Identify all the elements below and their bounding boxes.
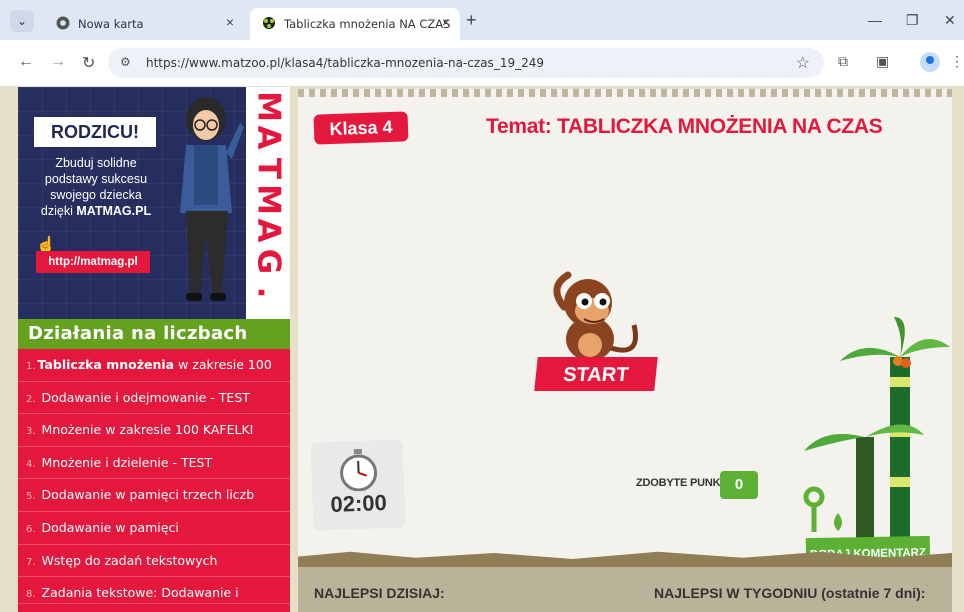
- tab-matzoo[interactable]: Tabliczka mnożenia NA CZAS ×: [250, 8, 460, 40]
- list-item[interactable]: 8. Zadania tekstowe: Dodawanie i: [18, 577, 290, 605]
- list-item[interactable]: 6. Dodawanie w pamięci: [18, 512, 290, 545]
- side-panel-icon[interactable]: ▣: [876, 53, 889, 70]
- menu-icon[interactable]: ⋮: [950, 53, 964, 70]
- points-value: 0: [720, 471, 758, 499]
- timer-panel: 02:00: [310, 439, 406, 531]
- forward-icon[interactable]: →: [50, 53, 66, 71]
- tab-search-button[interactable]: ⌄: [10, 10, 34, 32]
- back-icon[interactable]: ←: [18, 53, 34, 71]
- list-item[interactable]: 4. Mnożenie i dzielenie - TEST: [18, 447, 290, 480]
- close-tab-icon[interactable]: ×: [442, 14, 450, 30]
- list-item[interactable]: 1. Tabliczka mnożenia w zakresie 100: [18, 349, 290, 382]
- bookmark-star-icon[interactable]: ☆: [796, 53, 810, 73]
- palm-trees-illustration: [803, 317, 950, 557]
- leaderboard-area: NAJLEPSI DZISIAJ: NAJLEPSI W TYGODNIU (o…: [298, 567, 952, 612]
- tab-title: Nowa karta: [78, 17, 144, 31]
- section-heading: Działania na liczbach: [18, 319, 290, 349]
- banner-link[interactable]: http://matmag.pl: [36, 251, 150, 273]
- tab-new-tab[interactable]: Nowa karta ×: [44, 8, 244, 40]
- close-tab-icon[interactable]: ×: [226, 14, 234, 30]
- teacher-illustration: [180, 97, 244, 301]
- grade-badge: Klasa 4: [313, 111, 409, 145]
- new-tab-button[interactable]: +: [466, 11, 477, 29]
- address-toolbar: ← → ↻ ⚙ https://www.matzoo.pl/klasa4/tab…: [0, 40, 964, 87]
- banner-text: Zbuduj solidne podstawy sukcesu swojego …: [40, 156, 152, 218]
- chrome-icon: [56, 16, 70, 30]
- tab-title: Tabliczka mnożenia NA CZAS: [284, 17, 451, 31]
- profile-avatar[interactable]: [920, 52, 940, 72]
- extensions-icon[interactable]: ⧉: [838, 53, 848, 70]
- leaderboard-week-heading: NAJLEPSI W TYGODNIU (ostatnie 7 dni):: [654, 585, 926, 601]
- reload-icon[interactable]: ↻: [82, 53, 95, 73]
- matmag-banner[interactable]: RODZICU! Zbuduj solidne podstawy sukcesu…: [18, 87, 290, 319]
- restore-icon[interactable]: ❐: [906, 12, 919, 29]
- matzoo-favicon-icon: [263, 17, 275, 29]
- site-info-icon[interactable]: ⚙: [120, 55, 131, 69]
- start-button[interactable]: START: [534, 357, 658, 391]
- list-item[interactable]: 5. Dodawanie w pamięci trzech liczb: [18, 479, 290, 512]
- list-item[interactable]: 3. Mnożenie w zakresie 100 KAFELKI: [18, 414, 290, 447]
- matmag-logo: M A T M A G .: [250, 91, 287, 299]
- game-board: Klasa 4 Temat: TABLICZKA MNOŻENIA NA CZA…: [298, 89, 952, 567]
- banner-heading: RODZICU!: [34, 117, 156, 147]
- minimize-icon[interactable]: —: [868, 12, 882, 28]
- address-bar[interactable]: ⚙ https://www.matzoo.pl/klasa4/tabliczka…: [108, 48, 824, 78]
- close-window-icon[interactable]: ✕: [944, 12, 956, 29]
- page-title: Temat: TABLICZKA MNOŻENIA NA CZAS: [486, 115, 883, 138]
- list-item[interactable]: 7. Wstęp do zadań tekstowych: [18, 545, 290, 578]
- leaderboard-today-heading: NAJLEPSI DZISIAJ:: [314, 585, 445, 601]
- list-item[interactable]: 2. Dodawanie i odejmowanie - TEST: [18, 382, 290, 415]
- lesson-list: 1. Tabliczka mnożenia w zakresie 100 2. D…: [18, 349, 290, 605]
- sidebar: RODZICU! Zbuduj solidne podstawy sukcesu…: [18, 87, 290, 612]
- url-text[interactable]: https://www.matzoo.pl/klasa4/tabliczka-m…: [146, 56, 544, 70]
- tab-strip: ⌄ Nowa karta × Tabliczka mnożenia NA CZA…: [0, 0, 964, 40]
- timer-value: 02:00: [330, 490, 388, 517]
- stopwatch-icon: [340, 448, 378, 492]
- monkey-illustration: [553, 271, 638, 361]
- page-content: RODZICU! Zbuduj solidne podstawy sukcesu…: [0, 87, 964, 612]
